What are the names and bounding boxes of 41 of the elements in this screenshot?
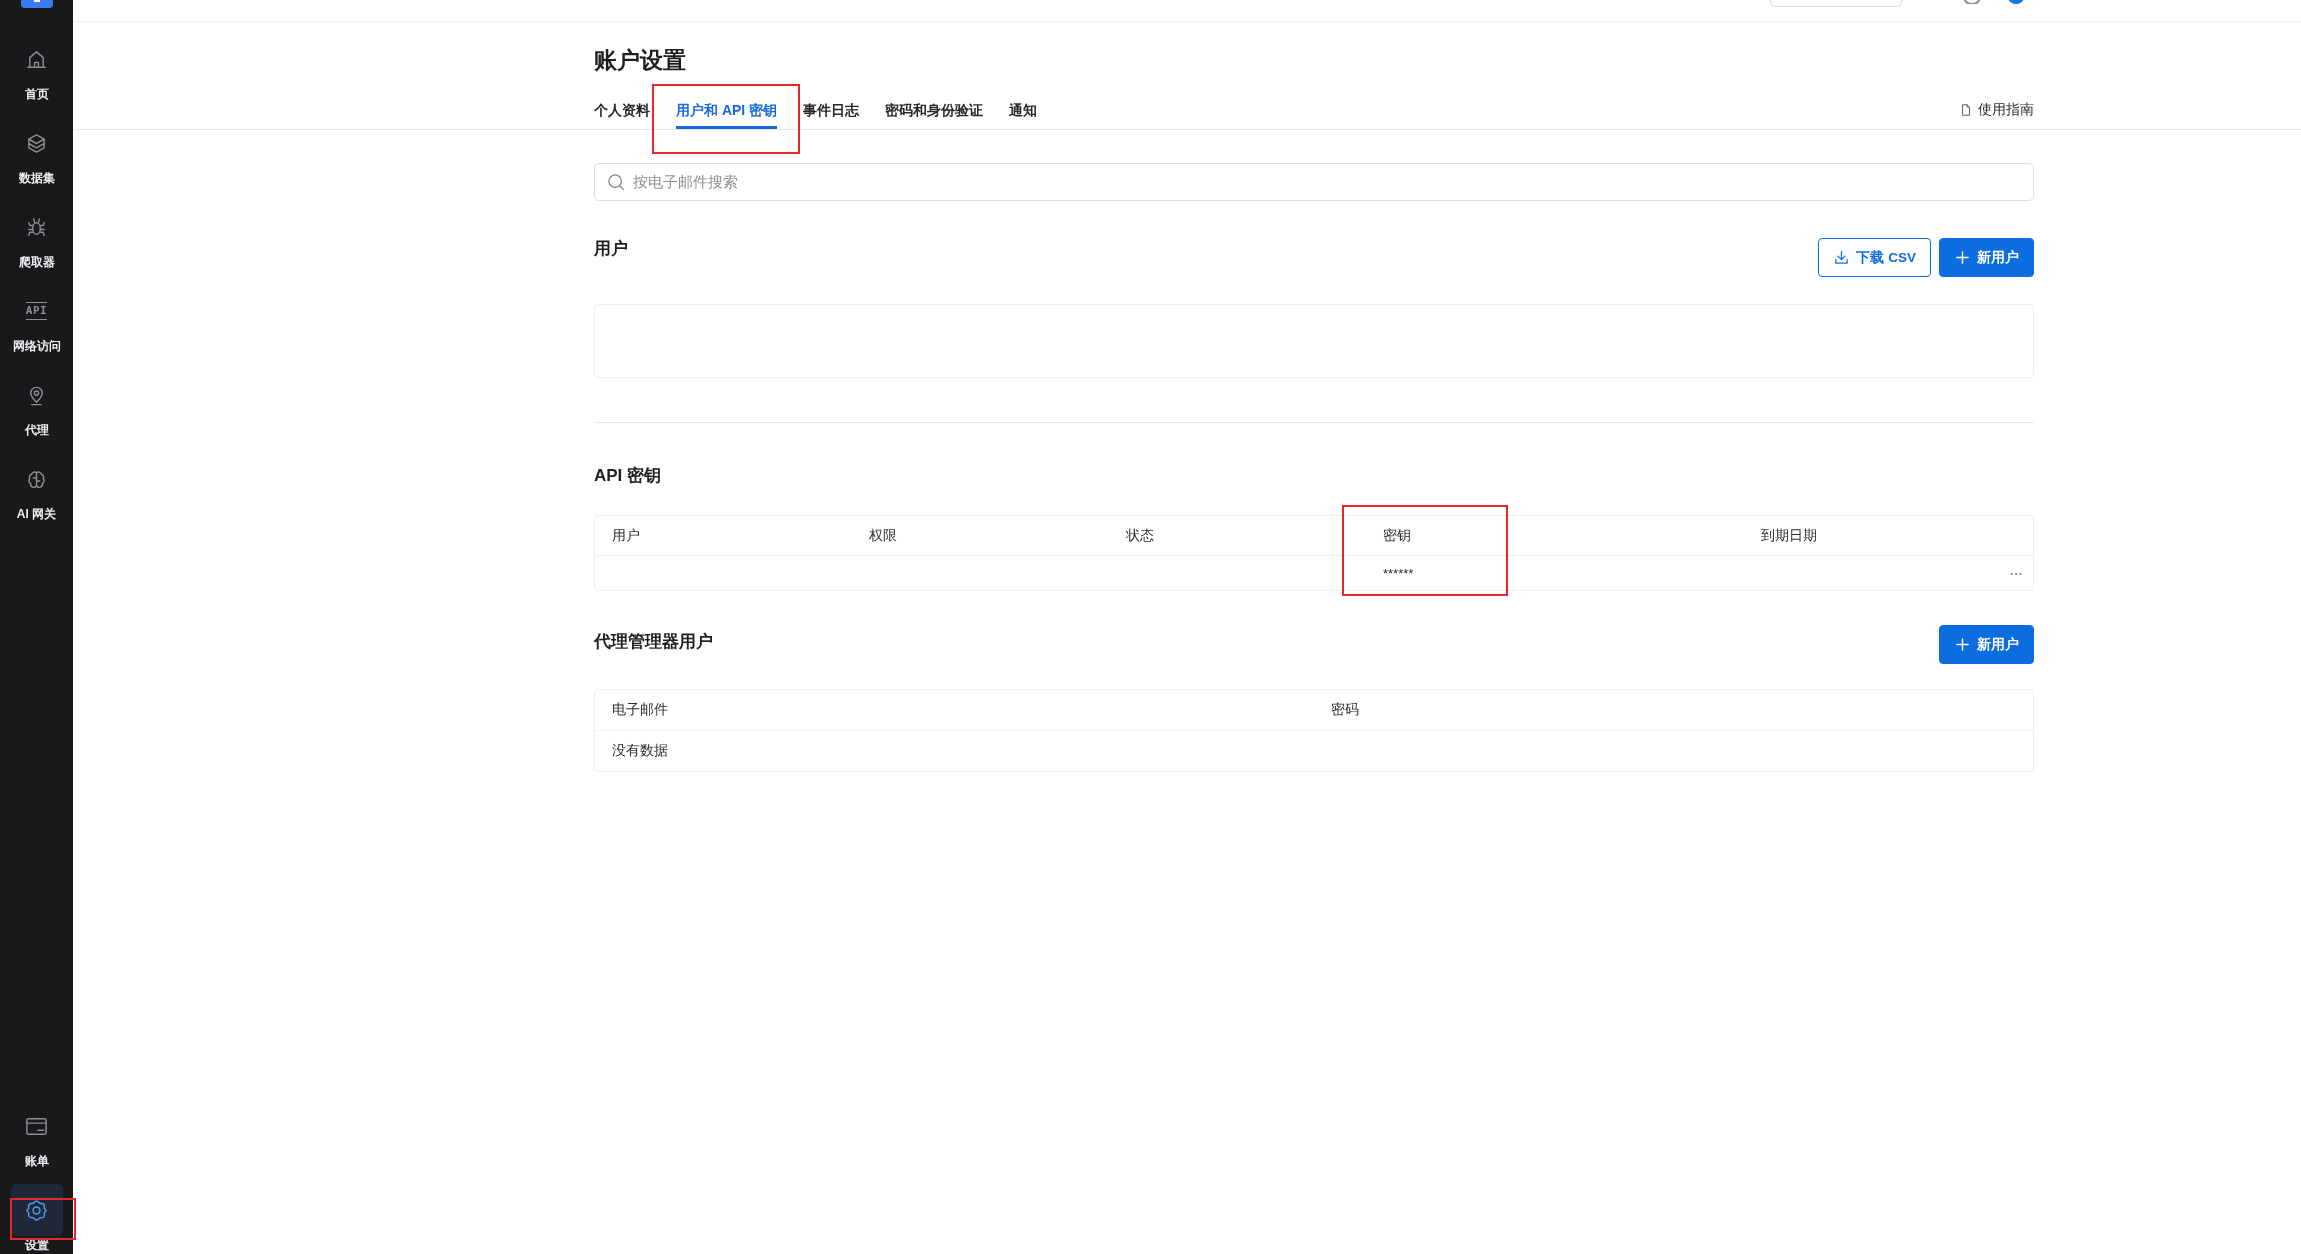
- tab[interactable]: 通知: [1009, 100, 1038, 129]
- tab[interactable]: 个人资料: [594, 100, 650, 129]
- section-title: API 密钥: [594, 465, 663, 487]
- section-title: 用户: [594, 238, 628, 260]
- nav-item[interactable]: AI 网关: [0, 438, 73, 522]
- column-header: 到期日期: [1761, 526, 1817, 545]
- page-title: 账户设置: [594, 46, 687, 75]
- add-user-button[interactable]: 新用户: [1939, 238, 2034, 277]
- download-button[interactable]: 下载 CSV: [1818, 238, 1931, 277]
- column-header: 密码: [1331, 701, 1359, 719]
- add-user-button[interactable]: 新用户: [1939, 625, 2034, 664]
- tab[interactable]: 密码和身份验证: [885, 100, 984, 129]
- nav-item[interactable]: 爬取器: [0, 186, 73, 270]
- empty-message: 没有数据: [612, 742, 668, 760]
- column-header: 电子邮件: [612, 701, 668, 719]
- nav-item[interactable]: 数据集: [0, 102, 73, 186]
- guide-link[interactable]: 使用指南: [1959, 100, 2034, 120]
- column-header: 状态: [1126, 526, 1154, 545]
- nav-item[interactable]: 代理: [0, 354, 73, 438]
- column-header: 权限: [869, 526, 897, 545]
- avatar-icon[interactable]: [2006, 0, 2026, 4]
- tab[interactable]: 事件日志: [803, 100, 860, 129]
- tab[interactable]: 用户和 API 密钥: [676, 100, 778, 129]
- column-header: 用户: [612, 526, 640, 545]
- download-icon: [1833, 249, 1851, 266]
- logo-icon: [20, 0, 53, 8]
- bug-icon: [25, 215, 48, 239]
- search-field[interactable]: 按电子邮件搜索: [594, 163, 2034, 201]
- table-cell: ******: [1383, 565, 1414, 581]
- section-title: 代理管理器用户: [594, 631, 713, 653]
- nav-item[interactable]: 首页: [0, 18, 73, 102]
- gear-icon: [10, 1184, 63, 1236]
- layers-icon: [25, 131, 48, 155]
- plus-icon: [1954, 249, 1971, 266]
- search-icon: [606, 172, 626, 192]
- plus-icon: [1954, 636, 1971, 653]
- file-icon: [1959, 103, 1973, 117]
- input-field[interactable]: [1770, 0, 1902, 7]
- column-header: 密钥: [1383, 526, 1411, 545]
- nav-item[interactable]: API 网络访问: [0, 270, 73, 354]
- nav-item[interactable]: 账单: [0, 1085, 73, 1169]
